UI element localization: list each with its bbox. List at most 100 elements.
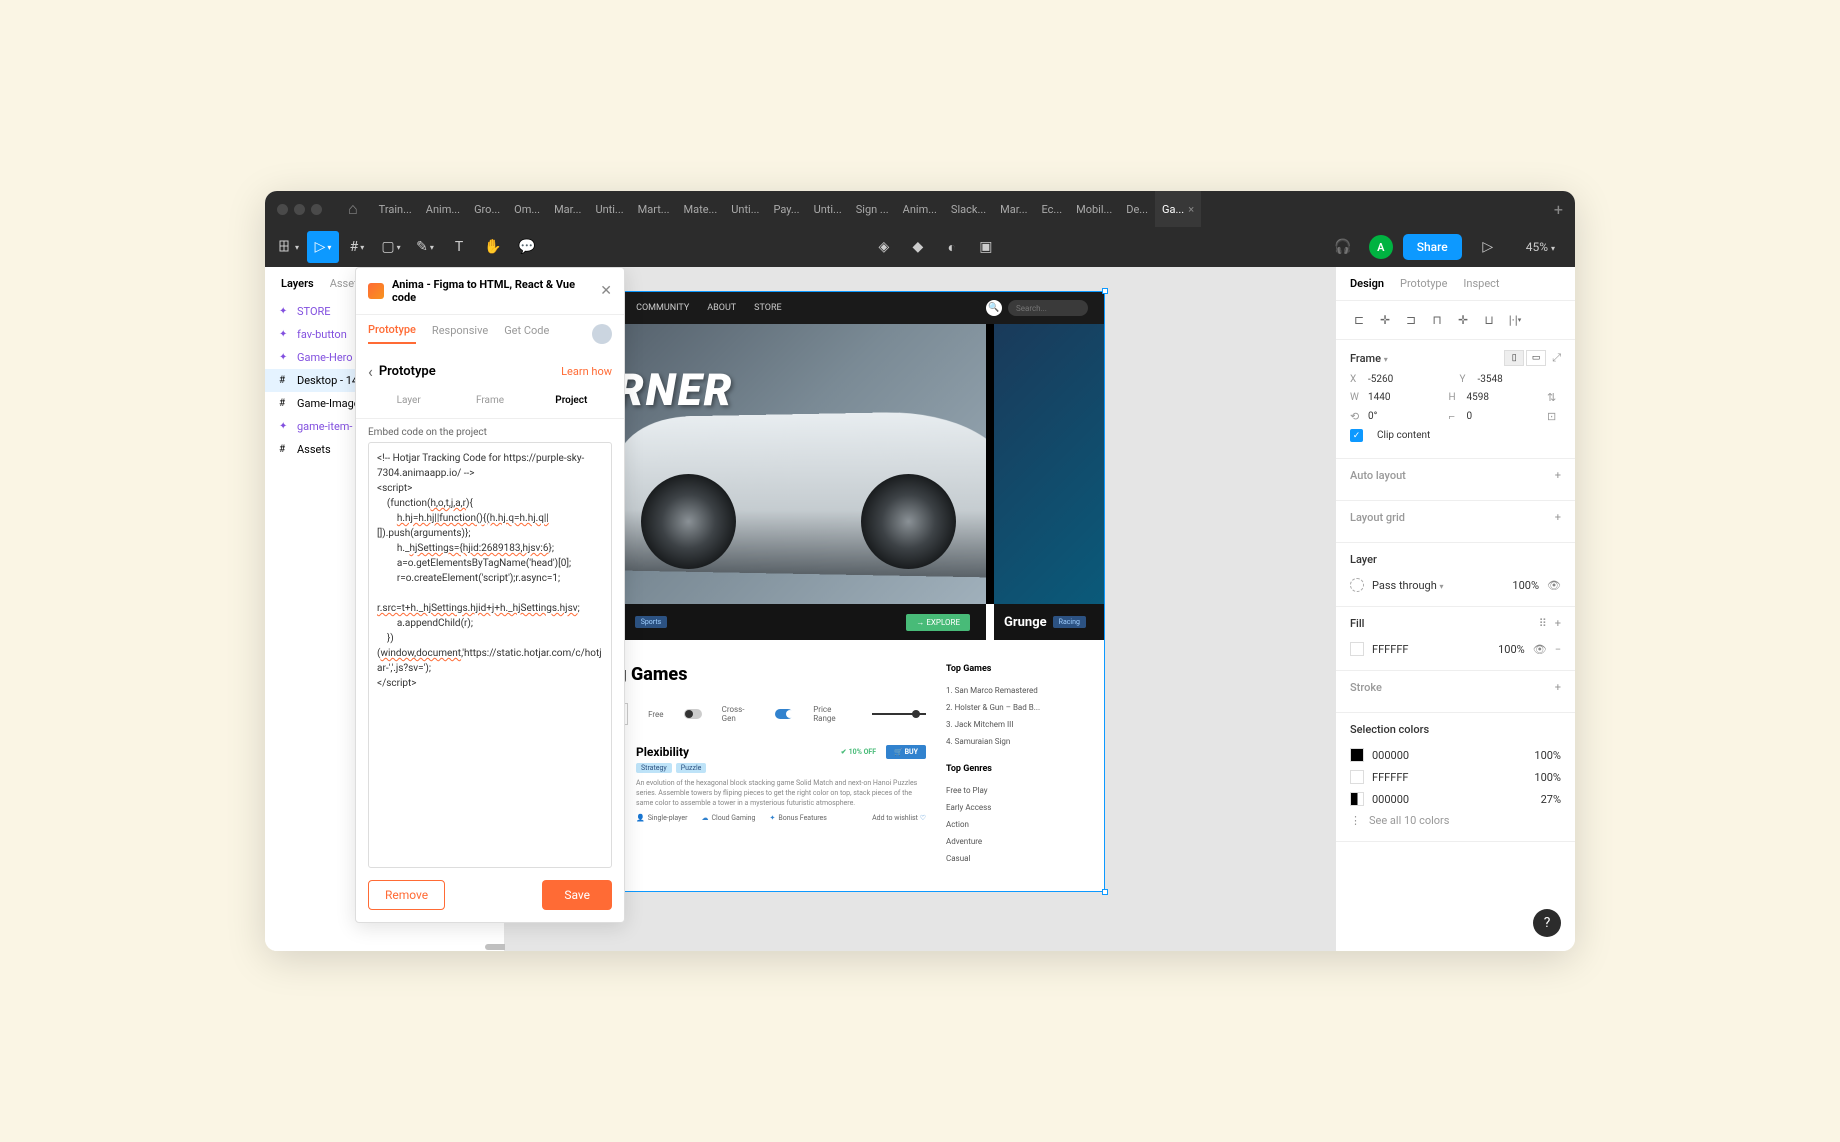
new-tab-button[interactable]: + <box>1542 200 1575 219</box>
horizontal-scrollbar[interactable] <box>265 945 504 951</box>
file-tab[interactable]: Ec... <box>1035 191 1070 227</box>
fill-hex-input[interactable]: FFFFFF <box>1372 643 1408 656</box>
menu-button[interactable]: ▾ <box>273 231 305 263</box>
fill-opacity-input[interactable]: 100% <box>1498 643 1525 656</box>
remove-icon[interactable]: − <box>1555 643 1561 656</box>
subtab-frame[interactable]: Frame <box>449 391 530 410</box>
rotation-input[interactable]: 0° <box>1368 411 1441 422</box>
learn-how-link[interactable]: Learn how <box>561 365 612 378</box>
subtab-project[interactable]: Project <box>531 391 612 410</box>
component-icon[interactable]: ◈ <box>868 231 900 263</box>
comment-tool[interactable]: 💬 <box>511 231 543 263</box>
corner-input[interactable]: 0 <box>1467 411 1540 422</box>
blend-mode-dropdown[interactable]: Pass through ▾ <box>1372 579 1444 592</box>
file-tab[interactable]: Anim... <box>419 191 467 227</box>
color-row[interactable]: 000000100% <box>1350 744 1561 766</box>
mask-icon[interactable]: ◐ <box>936 231 968 263</box>
visibility-icon[interactable]: 👁 <box>1547 579 1561 592</box>
share-button[interactable]: Share <box>1403 234 1462 260</box>
plugin-avatar[interactable] <box>592 324 612 344</box>
file-tab[interactable]: Om... <box>507 191 547 227</box>
selection-handle[interactable] <box>1102 889 1108 895</box>
selection-handle[interactable] <box>1102 288 1108 294</box>
align-top-icon[interactable]: ⊓ <box>1426 309 1448 331</box>
x-input[interactable]: -5260 <box>1368 374 1452 385</box>
align-left-icon[interactable]: ⊏ <box>1348 309 1370 331</box>
layers-tab[interactable]: Layers <box>281 277 314 290</box>
align-bottom-icon[interactable]: ⊔ <box>1478 309 1500 331</box>
close-icon[interactable]: ✕ <box>600 283 612 299</box>
present-button[interactable]: ▷ <box>1472 231 1504 263</box>
union-icon[interactable]: ◆ <box>902 231 934 263</box>
file-tab[interactable]: Pay... <box>766 191 806 227</box>
independent-corners-icon[interactable]: ⊡ <box>1547 410 1561 423</box>
pen-tool[interactable]: ✎▾ <box>409 231 441 263</box>
file-tab[interactable]: Anim... <box>896 191 944 227</box>
frame-tool[interactable]: #▾ <box>341 231 373 263</box>
orientation-portrait-icon[interactable]: ▯ <box>1504 350 1524 366</box>
prototype-tab[interactable]: Prototype <box>1400 277 1447 290</box>
move-tool[interactable]: ▷▾ <box>307 231 339 263</box>
add-button[interactable]: + <box>1555 681 1561 694</box>
visibility-icon[interactable]: 👁 <box>1533 643 1547 656</box>
y-input[interactable]: -3548 <box>1478 374 1562 385</box>
hand-tool[interactable]: ✋ <box>477 231 509 263</box>
file-tab[interactable]: Train... <box>372 191 419 227</box>
file-tab[interactable]: Slack... <box>944 191 993 227</box>
frame-dropdown[interactable]: Frame ▾ <box>1350 352 1388 365</box>
color-row[interactable]: 00000027% <box>1350 788 1561 810</box>
opacity-input[interactable]: 100% <box>1512 579 1539 592</box>
canvas[interactable]: Desktop - 1440px ▸TURBINE STORE COMMUNIT… <box>505 267 1335 951</box>
design-tab[interactable]: Design <box>1350 277 1384 290</box>
align-right-icon[interactable]: ⊐ <box>1400 309 1422 331</box>
file-tab[interactable]: Gro... <box>467 191 507 227</box>
fill-swatch[interactable] <box>1350 642 1364 656</box>
save-button[interactable]: Save <box>542 880 612 910</box>
file-tab[interactable]: Mar... <box>993 191 1034 227</box>
plugin-window[interactable]: Anima - Figma to HTML, React & Vue code … <box>355 267 625 923</box>
h-input[interactable]: 4598 <box>1467 392 1540 403</box>
constrain-icon[interactable]: ⇅ <box>1547 391 1561 404</box>
distribute-icon[interactable]: |·|▾ <box>1504 309 1526 331</box>
style-icon[interactable]: ⠿ <box>1539 617 1547 630</box>
hero-info-bar-2: Grunge Racing <box>994 604 1104 640</box>
plugin-tab-prototype[interactable]: Prototype <box>368 323 416 344</box>
align-middle-icon[interactable]: ✛ <box>1452 309 1474 331</box>
file-tab[interactable]: Unti... <box>724 191 766 227</box>
clip-checkbox[interactable]: ✓ <box>1350 429 1363 442</box>
headphones-icon[interactable]: 🎧 <box>1327 231 1359 263</box>
shape-tool[interactable]: ▢▾ <box>375 231 407 263</box>
user-avatar[interactable]: A <box>1369 235 1393 259</box>
inspect-tab[interactable]: Inspect <box>1463 277 1499 290</box>
orientation-landscape-icon[interactable]: ▭ <box>1526 350 1546 366</box>
add-button[interactable]: + <box>1555 469 1561 482</box>
file-tab[interactable]: Unti... <box>588 191 630 227</box>
zoom-dropdown[interactable]: 45% ▾ <box>1514 240 1567 254</box>
file-tab[interactable]: Mobil... <box>1069 191 1119 227</box>
boolean-icon[interactable]: ▣ <box>970 231 1002 263</box>
add-button[interactable]: + <box>1555 511 1561 524</box>
file-tab[interactable]: Mate... <box>677 191 725 227</box>
plugin-tab-responsive[interactable]: Responsive <box>432 324 488 343</box>
text-tool[interactable]: T <box>443 231 475 263</box>
home-icon[interactable]: ⌂ <box>340 199 366 219</box>
subtab-layer[interactable]: Layer <box>368 391 449 410</box>
window-controls[interactable] <box>265 204 334 215</box>
file-tab[interactable]: Mar... <box>547 191 588 227</box>
file-tab[interactable]: Mart... <box>631 191 677 227</box>
add-button[interactable]: + <box>1555 617 1561 630</box>
color-row[interactable]: FFFFFF100% <box>1350 766 1561 788</box>
file-tab[interactable]: Ga... × <box>1155 191 1201 227</box>
plugin-tab-getcode[interactable]: Get Code <box>504 324 549 343</box>
file-tab[interactable]: De... <box>1119 191 1155 227</box>
resize-fit-icon[interactable]: ⤢ <box>1552 351 1561 365</box>
align-center-h-icon[interactable]: ✛ <box>1374 309 1396 331</box>
file-tab[interactable]: Unti... <box>807 191 849 227</box>
file-tab[interactable]: Sign ... <box>849 191 896 227</box>
back-icon[interactable]: ‹ <box>368 362 373 381</box>
code-textarea[interactable]: <!-- Hotjar Tracking Code for https://pu… <box>368 442 612 868</box>
see-all-colors[interactable]: See all 10 colors <box>1369 814 1449 827</box>
help-button[interactable]: ? <box>1533 909 1561 937</box>
remove-button[interactable]: Remove <box>368 880 445 910</box>
w-input[interactable]: 1440 <box>1368 392 1441 403</box>
